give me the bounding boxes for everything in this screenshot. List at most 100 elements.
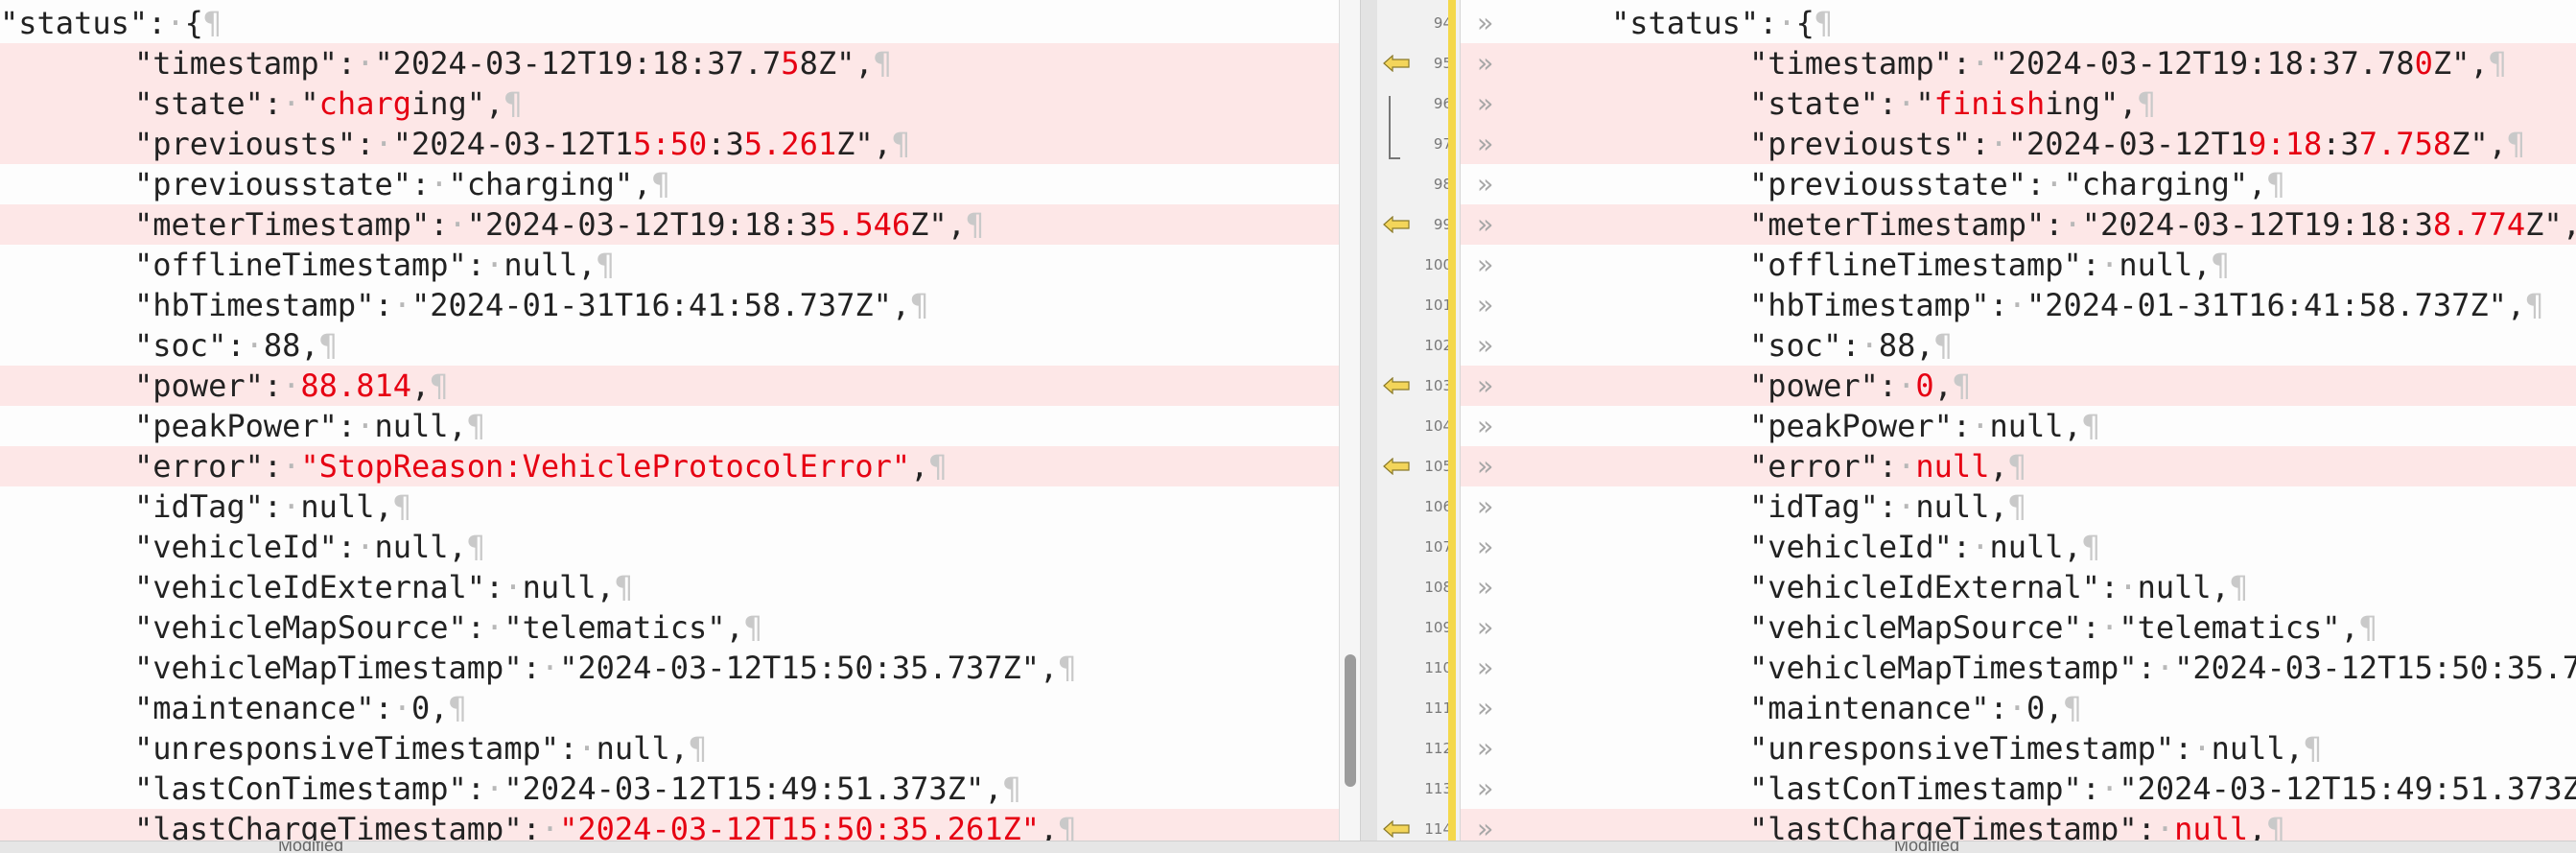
code-line[interactable]: » "lastChargeTimestamp":·null,¶ <box>1377 809 2576 841</box>
code-text: "vehicleMapTimestamp":·"2024-03-12T15:50… <box>134 648 1077 688</box>
whitespace-dot: · <box>430 166 449 202</box>
code-token: "previousstate": <box>1749 166 2046 202</box>
code-line[interactable]: »"hbTimestamp":·"2024-01-31T16:41:58.737… <box>0 285 1339 325</box>
code-line[interactable]: »"unresponsiveTimestamp":·null,¶ <box>0 728 1339 769</box>
whitespace-dot: · <box>503 569 523 605</box>
double-chevron-icon: » <box>1477 208 1493 240</box>
pilcrow-icon: ¶ <box>743 609 763 646</box>
code-token: , <box>1933 367 1953 404</box>
code-token: "status" <box>1611 5 1760 41</box>
code-line[interactable]: »"meterTimestamp":·"2024-03-12T19:18:35.… <box>0 204 1339 245</box>
code-line[interactable]: »"timestamp":·"2024-03-12T19:18:37.758Z"… <box>0 43 1339 83</box>
code-line[interactable]: »"soc":·88,¶ <box>0 325 1339 366</box>
code-token: "2024-03-12T15:49:51.373Z", <box>503 770 1003 807</box>
code-line[interactable]: » "power":·0,¶ <box>1377 366 2576 406</box>
code-line[interactable]: »"offlineTimestamp":·null,¶ <box>1377 245 2576 285</box>
diff-text: "2024-03-12T15:50:35.261Z" <box>559 811 1041 841</box>
whitespace-dot: · <box>2063 206 2082 243</box>
code-line[interactable]: » "meterTimestamp":·"2024-03-12T19:18:38.… <box>1377 204 2576 245</box>
code-line[interactable]: »"status":·{¶ <box>0 3 1339 43</box>
code-line[interactable]: »"lastConTimestamp":·"2024-03-12T15:49:5… <box>1377 769 2576 809</box>
code-token: "charging", <box>2063 166 2267 202</box>
pilcrow-icon: ¶ <box>2007 448 2026 485</box>
diff-text: charg <box>318 85 411 122</box>
code-line[interactable]: »"maintenance":·0,¶ <box>0 688 1339 728</box>
code-token: , <box>1040 811 1059 841</box>
code-text: "offlineTimestamp":·null,¶ <box>1749 245 2230 285</box>
pilcrow-icon: ¶ <box>928 448 948 485</box>
arrow-left-icon[interactable] <box>1383 377 1410 394</box>
code-token: "vehicleMapSource": <box>134 609 486 646</box>
code-line[interactable]: »"vehicleMapSource":·"telematics",¶ <box>1377 607 2576 648</box>
code-text: "vehicleMapSource":·"telematics",¶ <box>1749 607 2377 648</box>
pilcrow-icon: ¶ <box>2303 730 2323 767</box>
code-line[interactable]: » "error":·null,¶ <box>1377 446 2576 486</box>
code-line[interactable]: » "state":·"finishing",¶ <box>1377 83 2576 124</box>
code-line[interactable]: »"lastConTimestamp":·"2024-03-12T15:49:5… <box>0 769 1339 809</box>
code-line[interactable]: »"state":·"charging",¶ <box>0 83 1339 124</box>
code-token: "2024-03-12T19:18:37.7 <box>374 45 782 82</box>
code-token: "vehicleIdExternal": <box>1749 569 2119 605</box>
code-line[interactable]: »"vehicleIdExternal":·null,¶ <box>0 567 1339 607</box>
code-line[interactable]: »"previousstate":·"charging",¶ <box>1377 164 2576 204</box>
whitespace-dot: · <box>374 126 393 162</box>
arrow-left-icon[interactable] <box>1383 458 1410 475</box>
diff-text: 7.758 <box>2358 126 2452 162</box>
code-token: :3 <box>707 126 744 162</box>
code-line[interactable]: »"previousts":·"2024-03-12T15:50:35.261Z… <box>0 124 1339 164</box>
code-line[interactable]: »"power":·88.814,¶ <box>0 366 1339 406</box>
code-text: "lastChargeTimestamp":·"2024-03-12T15:50… <box>134 809 1077 841</box>
code-line[interactable]: »"peakPower":·null,¶ <box>0 406 1339 446</box>
code-token: " <box>1915 85 1934 122</box>
code-line[interactable]: » "timestamp":·"2024-03-12T19:18:37.780Z"… <box>1377 43 2576 83</box>
code-line[interactable]: »"vehicleMapTimestamp":·"2024-03-12T15:5… <box>0 648 1339 688</box>
line-number: 100 <box>1424 256 1452 273</box>
whitespace-dot: · <box>1971 529 1990 565</box>
code-line[interactable]: »"previousstate":·"charging",¶ <box>0 164 1339 204</box>
whitespace-dot: · <box>485 770 504 807</box>
code-line[interactable]: »"vehicleMapTimestamp":·"2024-03-12T15:5… <box>1377 648 2576 688</box>
arrow-left-icon[interactable] <box>1383 216 1410 233</box>
diff-text: finish <box>1933 85 2046 122</box>
whitespace-dot: · <box>356 45 375 82</box>
pilcrow-icon: ¶ <box>2007 488 2026 525</box>
code-text: "maintenance":·0,¶ <box>134 688 467 728</box>
code-line[interactable]: »"vehicleMapSource":·"telematics",¶ <box>0 607 1339 648</box>
whitespace-dot: · <box>485 247 504 283</box>
code-line[interactable]: »"peakPower":·null,¶ <box>1377 406 2576 446</box>
arrow-left-icon[interactable] <box>1383 55 1410 72</box>
code-line[interactable]: »"hbTimestamp":·"2024-01-31T16:41:58.737… <box>1377 285 2576 325</box>
code-token: "state": <box>1749 85 1898 122</box>
code-line[interactable]: »"idTag":·null,¶ <box>0 486 1339 527</box>
code-line[interactable]: »"vehicleId":·null,¶ <box>1377 527 2576 567</box>
whitespace-dot: · <box>577 730 597 767</box>
code-line[interactable]: »"maintenance":·0,¶ <box>1377 688 2576 728</box>
code-token: "unresponsiveTimestamp": <box>1749 730 2193 767</box>
code-token: "telematics", <box>503 609 744 646</box>
pilcrow-icon: ¶ <box>2063 690 2082 726</box>
code-line[interactable]: »"unresponsiveTimestamp":·null,¶ <box>1377 728 2576 769</box>
code-line[interactable]: »"soc":·88,¶ <box>1377 325 2576 366</box>
change-indicator-bar <box>1448 0 1456 841</box>
code-line[interactable]: »"error":·"StopReason:VehicleProtocolErr… <box>0 446 1339 486</box>
diff-text: 8.774 <box>2432 206 2526 243</box>
whitespace-dot: · <box>485 609 504 646</box>
pilcrow-icon: ¶ <box>2358 609 2378 646</box>
arrow-left-icon[interactable] <box>1383 820 1410 838</box>
code-line[interactable]: »"idTag":·null,¶ <box>1377 486 2576 527</box>
scrollbar-thumb[interactable] <box>1345 654 1356 787</box>
right-diff-pane[interactable]: » "status":·{¶» "timestamp":·"2024-03-12T1… <box>1377 0 2576 841</box>
whitespace-dot: · <box>356 408 375 444</box>
pane-divider[interactable] <box>1360 0 1379 841</box>
left-diff-pane[interactable]: »"status":·{¶»"timestamp":·"2024-03-12T1… <box>0 0 1339 841</box>
code-line[interactable]: »"offlineTimestamp":·null,¶ <box>0 245 1339 285</box>
pilcrow-icon: ¶ <box>2081 408 2101 444</box>
code-token: " <box>300 85 319 122</box>
code-line[interactable]: »"vehicleId":·null,¶ <box>0 527 1339 567</box>
code-line[interactable]: »"status":·{¶ <box>1377 3 2576 43</box>
code-line[interactable]: »"vehicleIdExternal":·null,¶ <box>1377 567 2576 607</box>
left-scrollbar[interactable] <box>1339 0 1361 841</box>
code-text: "lastConTimestamp":·"2024-03-12T15:49:51… <box>1749 769 2576 809</box>
code-line[interactable]: » "previousts":·"2024-03-12T19:18:37.758Z… <box>1377 124 2576 164</box>
code-line[interactable]: »"lastChargeTimestamp":·"2024-03-12T15:5… <box>0 809 1339 841</box>
